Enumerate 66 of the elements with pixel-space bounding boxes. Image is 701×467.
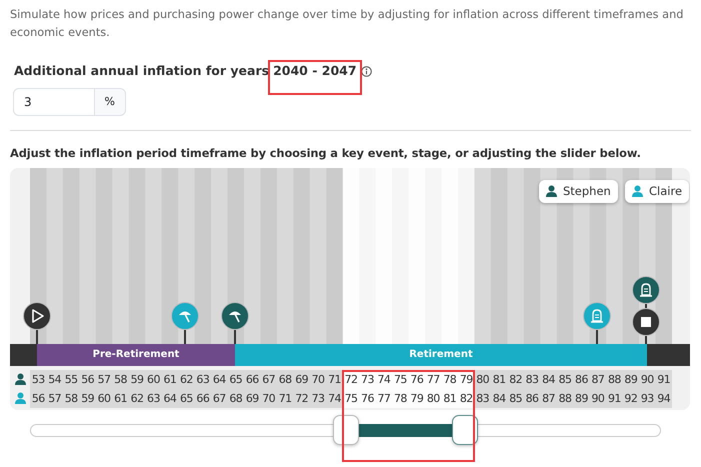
age-label: 90 (639, 370, 656, 389)
age-label: 89 (573, 388, 590, 408)
phase-bar[interactable]: Pre-Retirement (37, 344, 235, 366)
age-label: 59 (128, 370, 146, 389)
age-label: 63 (145, 388, 162, 408)
age-label: 80 (474, 370, 491, 389)
age-label: 85 (556, 370, 574, 389)
age-label: 61 (112, 388, 129, 408)
tombstone-icon (638, 282, 654, 298)
age-label: 63 (194, 370, 212, 389)
age-label: 81 (490, 370, 508, 389)
age-label: 53 (30, 370, 46, 389)
info-icon[interactable] (360, 66, 372, 77)
age-label: 80 (425, 388, 442, 408)
slider-handle[interactable] (452, 414, 478, 445)
intro-text: Simulate how prices and purchasing power change over time by adjusting for inflation across different timeframes and economic events. (10, 7, 684, 41)
inflation-label: Additional annual inflation for years (14, 62, 270, 80)
age-label: 89 (622, 370, 640, 389)
age-label: 67 (260, 370, 277, 389)
tombstone-icon (589, 308, 605, 324)
age-label: 82 (507, 370, 524, 389)
event-marker[interactable] (23, 302, 51, 330)
age-label: 58 (112, 370, 129, 389)
age-label: 87 (540, 388, 557, 408)
age-label: 68 (276, 370, 294, 389)
age-label: 78 (392, 388, 409, 408)
person-icon (14, 373, 26, 386)
age-label: 66 (244, 370, 260, 389)
person-icon (14, 392, 26, 404)
age-label: 93 (639, 388, 656, 408)
play-icon (29, 308, 45, 324)
age-label: 85 (507, 388, 524, 408)
age-label: 55 (62, 370, 80, 389)
age-label: 54 (46, 370, 63, 389)
age-label: 71 (326, 370, 343, 389)
age-label: 64 (211, 370, 228, 389)
age-label: 62 (178, 370, 195, 389)
age-label: 76 (359, 388, 376, 408)
age-label: 61 (162, 370, 178, 389)
age-label: 69 (293, 370, 310, 389)
unit-label: % (94, 88, 126, 116)
age-label: 65 (228, 370, 244, 389)
age-label: 67 (211, 388, 228, 408)
person-chip[interactable]: Stephen (539, 180, 618, 204)
age-label: 57 (96, 370, 112, 389)
age-label: 56 (30, 388, 46, 408)
age-label: 91 (606, 388, 623, 408)
age-label: 84 (540, 370, 557, 389)
slider-handle[interactable] (332, 414, 358, 445)
age-label: 65 (178, 388, 195, 408)
age-label: 56 (79, 370, 96, 389)
age-label: 72 (293, 388, 310, 408)
age-label: 86 (573, 370, 590, 389)
age-label: 83 (524, 370, 540, 389)
age-label: 57 (46, 388, 63, 408)
timeline-heading: Adjust the inflation period timeframe by choosing a key event, stage, or adjusting the slider below. (10, 144, 642, 162)
age-label: 87 (590, 370, 606, 389)
person-chip[interactable]: Claire (625, 180, 690, 204)
age-label: 60 (145, 370, 162, 389)
inflation-input[interactable]: 3 (13, 88, 95, 116)
age-label: 70 (310, 370, 326, 389)
age-label: 88 (606, 370, 623, 389)
age-label: 59 (79, 388, 96, 408)
year-range: 2040 - 2047 (273, 62, 357, 80)
age-label: 70 (260, 388, 277, 408)
age-label: 91 (656, 370, 672, 389)
